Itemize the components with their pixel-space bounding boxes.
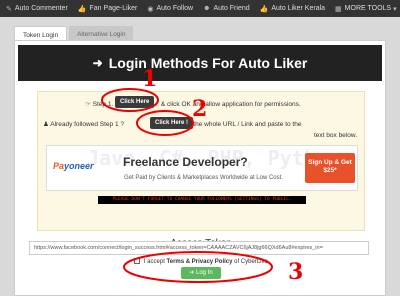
payoneer-logo: Payoneer xyxy=(53,161,94,171)
hand-pointer-icon: ☞ xyxy=(85,101,91,108)
accept-terms-row: I accept Terms & Privacy Policy of Cyber… xyxy=(15,258,387,265)
ad-subtext: Get Paid by Clients & Marketplaces World… xyxy=(124,175,283,181)
user-icon: ☻ xyxy=(203,5,211,12)
comment-icon: ✎ xyxy=(6,5,12,13)
nav-auto-friend[interactable]: ☻ Auto Friend xyxy=(197,0,254,17)
nav-auto-liker-kerala[interactable]: 👍 Auto Liker Kerala xyxy=(254,0,329,17)
nav-auto-follow[interactable]: ◉ Auto Follow xyxy=(141,0,197,17)
user-icon: ♟ xyxy=(43,121,49,128)
step2-text-tail: text box below. xyxy=(314,132,357,139)
followers-notice: PLEASE DON'T FORGET TO CHANGE YOUR FOLLO… xyxy=(98,196,306,204)
login-panel: ➜ Login Methods For Auto Liker ☞ Step 1.… xyxy=(14,40,386,296)
thumbs-up-icon: 👍 xyxy=(77,5,87,13)
top-navbar: ✎ Auto Commenter 👍 Fan Page-Liker ◉ Auto Fo… xyxy=(0,0,400,17)
sign-in-icon: ➜ xyxy=(92,56,103,70)
rss-icon: ◉ xyxy=(147,5,154,13)
step2-click-here-button[interactable]: Click Here ! xyxy=(150,117,194,129)
access-token-input[interactable]: https://www.facebook.com/connect/login_s… xyxy=(29,241,369,255)
payoneer-ad-banner[interactable]: Java, C#, PHP, Python, Scripts Payoneer … xyxy=(46,145,358,191)
chevron-down-icon: ▾ xyxy=(393,5,397,13)
page-title: ➜ Login Methods For Auto Liker xyxy=(18,45,382,81)
steps-box: ☞ Step 1. & click OK and allow applicati… xyxy=(37,91,365,231)
ad-headline: Freelance Developer? xyxy=(123,155,248,169)
terms-link[interactable]: Terms & Privacy Policy xyxy=(167,259,233,265)
sign-in-icon: ➜ xyxy=(189,270,195,276)
accept-checkbox[interactable] xyxy=(134,258,141,264)
nav-fan-page-liker[interactable]: 👍 Fan Page-Liker xyxy=(72,0,142,17)
nav-auto-commenter[interactable]: ✎ Auto Commenter xyxy=(0,0,72,17)
nav-more-tools[interactable]: ▦ MORE TOOLS ▾ xyxy=(329,0,400,17)
ad-signup-button[interactable]: Sign Up & Get $25* xyxy=(305,153,355,183)
step1-click-here-button[interactable]: Click Here xyxy=(115,96,155,108)
login-button[interactable]: ➜ Log In xyxy=(181,267,221,279)
thumbs-up-icon: 👍 xyxy=(259,5,269,13)
grid-icon: ▦ xyxy=(335,5,342,13)
